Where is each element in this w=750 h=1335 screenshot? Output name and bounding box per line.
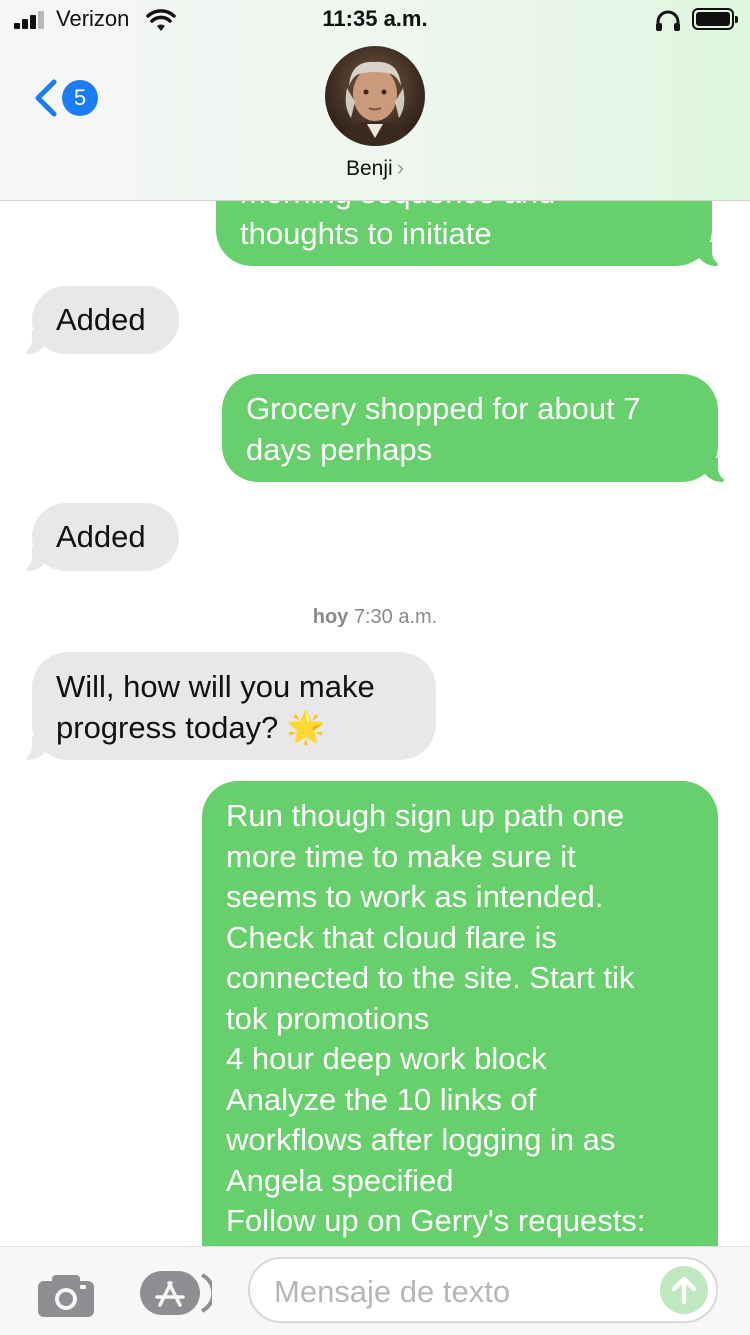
message-line: Added xyxy=(56,519,146,554)
send-arrow-icon[interactable] xyxy=(660,1266,708,1314)
back-chevron-icon[interactable] xyxy=(30,78,60,118)
status-time: 11:35 a.m. xyxy=(322,6,428,31)
message-line: Follow up on Gerry's requests: xyxy=(226,1203,646,1238)
message-line: Added xyxy=(56,302,146,337)
message-line: thoughts to initiate xyxy=(240,215,492,251)
message-line: days perhaps xyxy=(246,431,433,467)
incoming-message-bubble[interactable]: Added xyxy=(18,503,179,571)
message-line: seems to work as intended. xyxy=(226,879,604,914)
message-text-field[interactable]: Mensaje de texto xyxy=(248,1257,718,1323)
message-line: more time to make sure it xyxy=(226,838,576,874)
message-line: connected to the site. Start tik xyxy=(226,960,635,995)
message-line: Grocery shopped for about 7 xyxy=(246,391,641,426)
message-line: Run though sign up path one xyxy=(226,798,625,833)
headphones-icon xyxy=(656,10,680,31)
text-field-placeholder: Mensaje de texto xyxy=(274,1274,511,1309)
contact-avatar[interactable] xyxy=(325,46,425,146)
outgoing-message-bubble[interactable]: Grocery shopped for about 7 days perhaps xyxy=(222,374,732,482)
message-line: Check that cloud flare is xyxy=(226,919,557,955)
message-line: 4 hour deep work block xyxy=(226,1041,547,1076)
message-line: Will, how will you make xyxy=(56,669,375,704)
unread-count-badge[interactable]: 5 xyxy=(62,80,98,116)
message-line: Analyze the 10 links of xyxy=(226,1081,537,1117)
conversation-header: Verizon 11:35 a.m. 5 Benji › xyxy=(0,0,750,201)
incoming-message-bubble[interactable]: Will, how will you make progress today? 🌟 xyxy=(18,652,436,760)
contact-name[interactable]: Benji › xyxy=(0,155,750,181)
message-line: workflows after logging in as xyxy=(226,1122,616,1157)
message-line: progress today? 🌟 xyxy=(56,709,326,745)
chevron-right-icon: › xyxy=(396,155,405,180)
incoming-message-bubble[interactable]: Added xyxy=(18,286,179,354)
message-line: Angela specified xyxy=(226,1162,454,1198)
message-input-bar: Mensaje de texto xyxy=(0,1246,750,1335)
message-timestamp: hoy 7:30 a.m. xyxy=(312,606,438,628)
camera-icon[interactable] xyxy=(36,1271,96,1319)
battery-icon xyxy=(692,8,738,30)
message-line: tok promotions xyxy=(226,1000,430,1036)
outgoing-message-bubble[interactable]: Run though sign up path one more time to … xyxy=(202,781,718,1281)
app-store-icon[interactable] xyxy=(140,1269,212,1317)
